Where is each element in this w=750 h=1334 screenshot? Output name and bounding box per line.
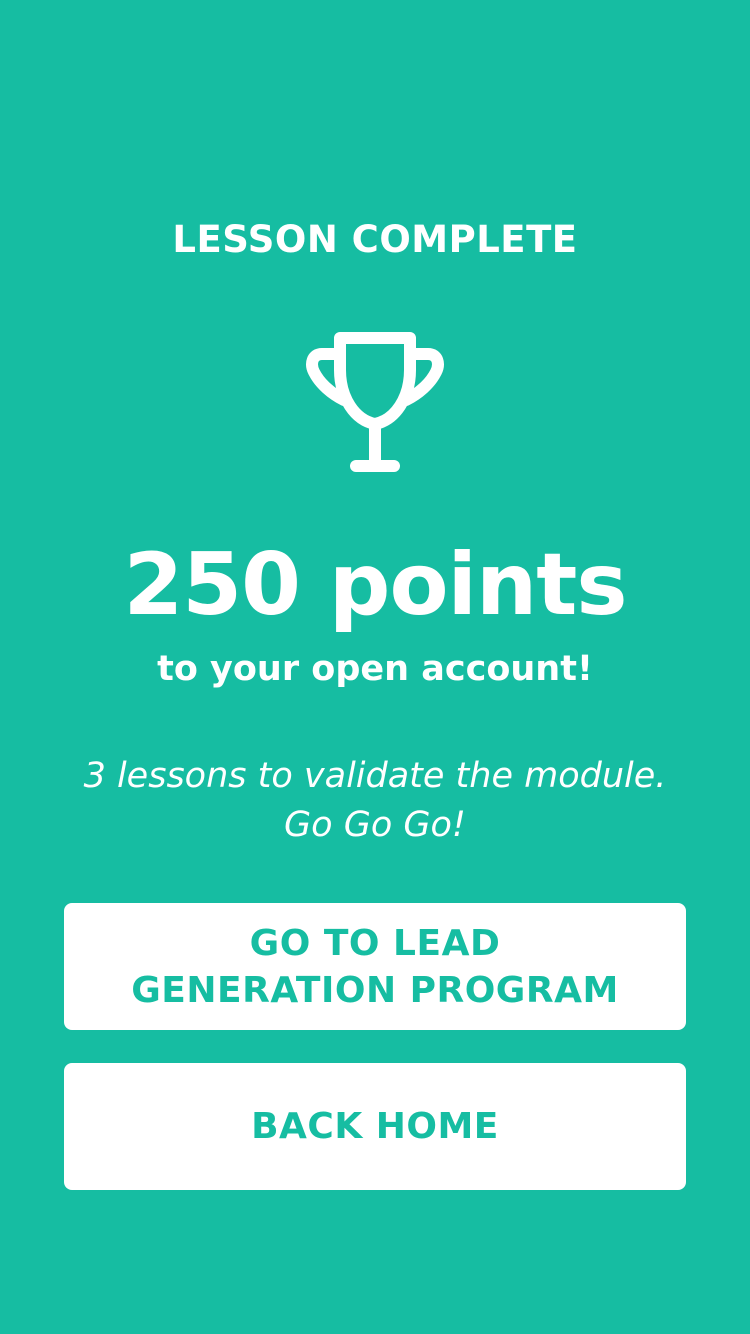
back-home-button[interactable]: BACK HOME (64, 1063, 686, 1190)
page-title: LESSON COMPLETE (172, 218, 578, 261)
progress-message-line: 3 lessons to validate the module. (83, 756, 667, 796)
go-to-program-button-label-line: GENERATION PROGRAM (131, 969, 619, 1011)
go-to-program-button[interactable]: GO TO LEAD GENERATION PROGRAM (64, 903, 686, 1030)
back-home-button-label: BACK HOME (251, 1106, 499, 1147)
go-to-program-button-label-line: GO TO LEAD (249, 922, 501, 964)
trophy-icon (300, 328, 450, 478)
progress-message: 3 lessons to validate the module. Go Go … (40, 752, 710, 850)
points-subtitle: to your open account! (157, 649, 593, 689)
points-value: 250 points (123, 535, 627, 635)
progress-message-line: Go Go Go! (284, 805, 466, 845)
lesson-complete-screen: LESSON COMPLETE 250 points to your open … (0, 0, 750, 1334)
